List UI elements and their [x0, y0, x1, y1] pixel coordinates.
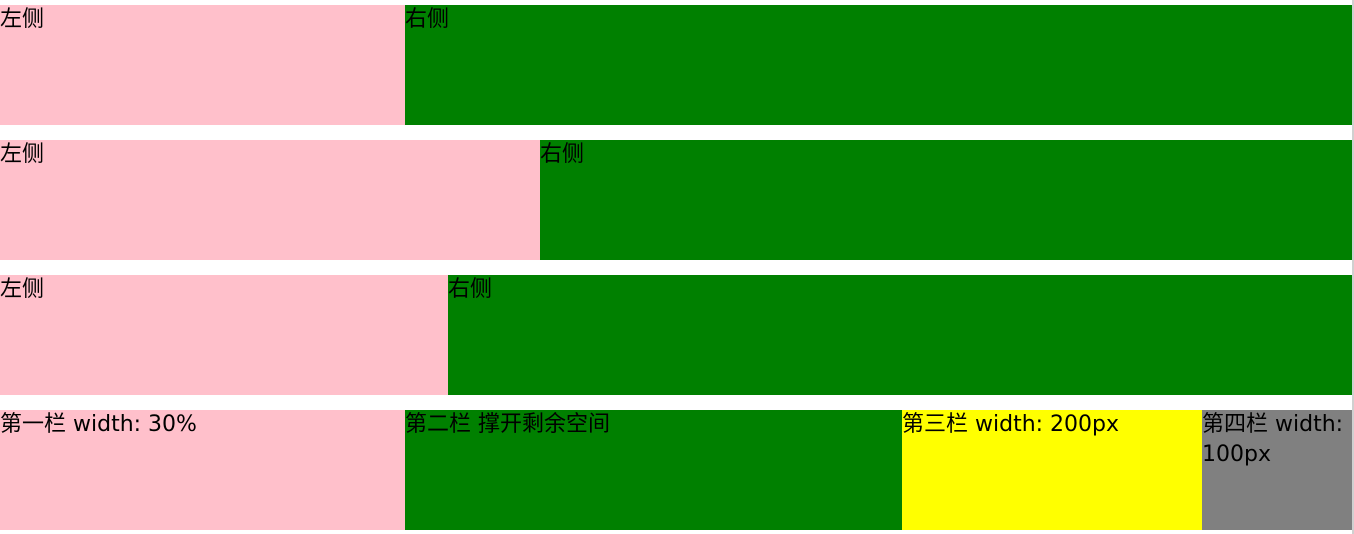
- right-panel: 右侧: [540, 140, 1352, 260]
- left-panel: 左侧: [0, 275, 448, 395]
- right-panel: 右侧: [405, 5, 1352, 125]
- left-panel: 左侧: [0, 140, 540, 260]
- column-3: 第三栏 width: 200px: [902, 410, 1202, 530]
- two-column-row-2: 左侧 右侧: [0, 140, 1352, 260]
- right-panel: 右侧: [448, 275, 1352, 395]
- left-panel: 左侧: [0, 5, 405, 125]
- column-1: 第一栏 width: 30%: [0, 410, 405, 530]
- column-2: 第二栏 撑开剩余空间: [405, 410, 902, 530]
- four-column-row: 第一栏 width: 30% 第二栏 撑开剩余空间 第三栏 width: 200…: [0, 410, 1352, 530]
- two-column-row-1: 左侧 右侧: [0, 5, 1352, 125]
- column-4: 第四栏 width: 100px: [1202, 410, 1352, 530]
- two-column-row-3: 左侧 右侧: [0, 275, 1352, 395]
